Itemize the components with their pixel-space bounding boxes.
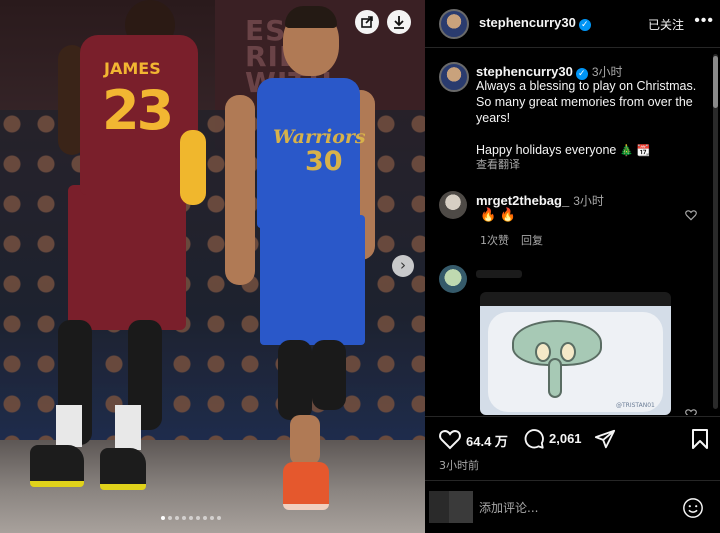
- player-right-hair: [285, 6, 337, 28]
- following-button[interactable]: 已关注: [648, 16, 684, 33]
- comment-icon[interactable]: [523, 428, 545, 450]
- carousel-dot[interactable]: [168, 516, 172, 520]
- more-icon[interactable]: •••: [694, 12, 714, 30]
- send-icon[interactable]: [594, 428, 616, 450]
- caption-emoji: 🎄 📆: [619, 145, 651, 157]
- author-username[interactable]: stephencurry30 ✓: [479, 15, 591, 31]
- posted-time[interactable]: 3小时前: [439, 457, 479, 473]
- carousel-dots: [161, 516, 221, 520]
- gif-image: @TRISTAN01: [480, 306, 671, 415]
- comment-likes[interactable]: 1次赞: [480, 232, 509, 248]
- player-left-shorts: [68, 185, 186, 330]
- commenter-avatar[interactable]: [439, 191, 467, 219]
- gif-character-eye: [560, 342, 576, 362]
- bookmark-icon[interactable]: [690, 428, 710, 450]
- comments-scroll-thumb[interactable]: [713, 56, 718, 108]
- player-left-shoe: [100, 448, 146, 490]
- author-avatar[interactable]: [439, 9, 469, 39]
- jersey-number: 30: [305, 146, 343, 177]
- player-right-shoe: [283, 462, 329, 510]
- share-icon[interactable]: [355, 10, 379, 34]
- caption-line: Happy holidays everyone: [476, 143, 617, 157]
- caption-time: 3小时: [591, 65, 623, 79]
- likes-count[interactable]: 64.4 万: [466, 431, 508, 450]
- player-right-leg: [312, 340, 346, 410]
- carousel-dot[interactable]: [189, 516, 193, 520]
- composer-avatar: [429, 491, 449, 523]
- verified-badge-icon: ✓: [578, 19, 591, 31]
- player-left-sock: [115, 405, 141, 450]
- smile-icon[interactable]: [682, 497, 704, 519]
- player-left-sleeve: [180, 130, 206, 205]
- caption-line: Always a blessing to play on Christmas. …: [476, 79, 697, 125]
- carousel-dot[interactable]: [161, 516, 165, 520]
- player-left-shoe: [30, 445, 84, 487]
- jersey-number: 23: [102, 79, 174, 142]
- commenter-avatar[interactable]: [439, 265, 467, 293]
- post-details-panel: stephencurry30 ✓ 已关注 ••• stephencurry30 ✓ 3…: [425, 0, 720, 533]
- comment-gif[interactable]: @TRISTAN01: [480, 292, 671, 415]
- player-right-leg: [278, 340, 312, 420]
- jersey-name: JAMES: [104, 59, 161, 78]
- caption-username-text[interactable]: stephencurry30: [476, 64, 573, 79]
- carousel-dot[interactable]: [217, 516, 221, 520]
- commenter-username-text[interactable]: mrget2thebag_: [476, 193, 569, 208]
- post-header: stephencurry30 ✓ 已关注 •••: [425, 0, 720, 48]
- gif-character-eye: [535, 342, 551, 362]
- commenter-username-blurred[interactable]: [476, 270, 522, 278]
- player-right-arm: [225, 95, 255, 285]
- jersey-team: Warriors: [273, 126, 366, 148]
- carousel-dot[interactable]: [175, 516, 179, 520]
- caption-avatar[interactable]: [439, 62, 469, 92]
- heart-icon[interactable]: [438, 428, 462, 450]
- carousel-dot[interactable]: [196, 516, 200, 520]
- comment-like-icon[interactable]: [684, 208, 698, 222]
- carousel-dot[interactable]: [203, 516, 207, 520]
- player-right-jersey: Warriors 30: [257, 78, 366, 228]
- chevron-right-icon[interactable]: ›: [392, 255, 414, 277]
- player-right-shorts: [260, 215, 365, 345]
- player-left-sock: [56, 405, 82, 447]
- gif-watermark: @TRISTAN01: [616, 402, 655, 409]
- reply-button[interactable]: 回复: [521, 232, 543, 248]
- comments-list[interactable]: stephencurry30 ✓ 3小时 Always a blessing to …: [425, 49, 712, 415]
- download-icon[interactable]: [387, 10, 411, 34]
- author-username-text[interactable]: stephencurry30: [479, 15, 576, 30]
- comment-time: 3小时: [573, 194, 604, 208]
- carousel-dot[interactable]: [210, 516, 214, 520]
- comment-like-icon[interactable]: [684, 407, 698, 415]
- add-comment-input[interactable]: [479, 498, 669, 518]
- caption-text: Always a blessing to play on Christmas. …: [476, 78, 706, 159]
- post-photo[interactable]: ES RIES WITH JAMES 23 Warriors 30 ›: [0, 0, 425, 533]
- carousel-dot[interactable]: [182, 516, 186, 520]
- comment-composer: [425, 480, 720, 533]
- composer-avatar: [449, 491, 473, 523]
- comments-count[interactable]: 2,061: [549, 431, 582, 446]
- comment-text: 🔥 🔥: [480, 207, 516, 222]
- see-translation-link[interactable]: 查看翻译: [476, 156, 520, 172]
- post-actions: 64.4 万 2,061 3小时前: [425, 416, 720, 488]
- player-right-calf: [290, 415, 320, 465]
- gif-character-nose: [548, 358, 562, 398]
